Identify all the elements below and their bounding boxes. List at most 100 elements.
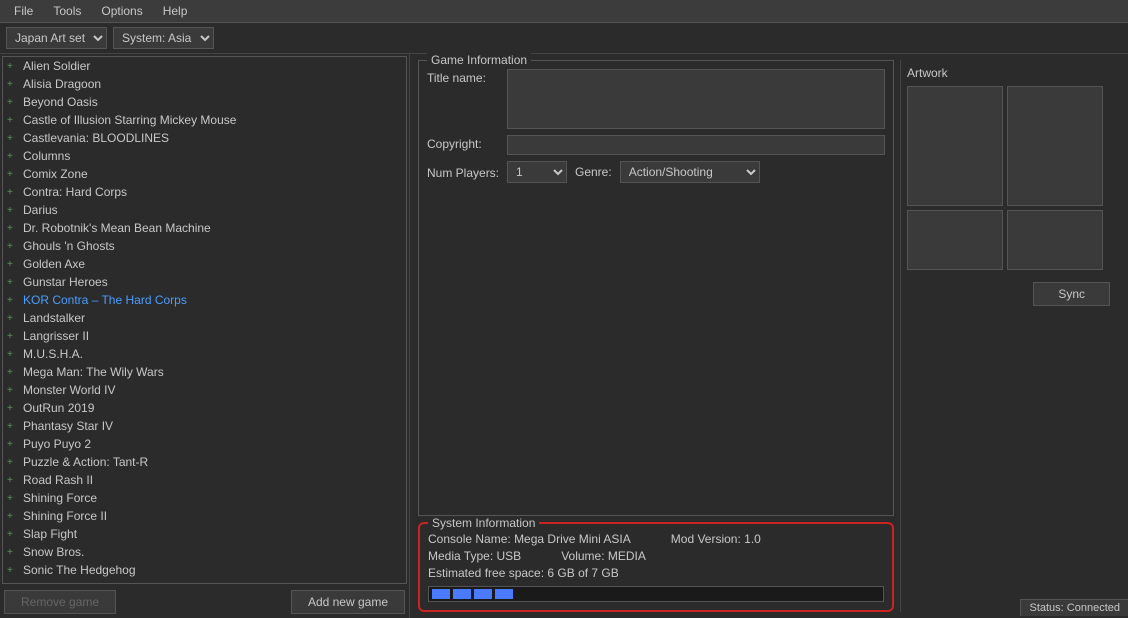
list-item[interactable]: +Beyond Oasis	[3, 93, 406, 111]
progress-segment	[432, 589, 450, 599]
list-item[interactable]: +Darius	[3, 201, 406, 219]
title-label: Title name:	[427, 69, 507, 85]
menu-tools[interactable]: Tools	[43, 2, 91, 20]
game-item-label: Monster World IV	[23, 383, 115, 397]
game-item-icon: +	[7, 241, 19, 252]
list-item[interactable]: +Alien Soldier	[3, 57, 406, 75]
list-item[interactable]: + Monster World IV	[3, 381, 406, 399]
list-item[interactable]: +Gunstar Heroes	[3, 273, 406, 291]
genre-select[interactable]: Action/Shooting	[620, 161, 760, 183]
game-item-icon: +	[7, 403, 19, 414]
menu-help[interactable]: Help	[153, 2, 198, 20]
list-item[interactable]: +M.U.S.H.A.	[3, 345, 406, 363]
game-info-and-sys: Game Information Title name: Copyright: …	[418, 60, 894, 612]
copyright-input[interactable]	[507, 135, 885, 155]
list-item[interactable]: + Castlevania: BLOODLINES	[3, 129, 406, 147]
title-row: Title name:	[427, 69, 885, 129]
list-item[interactable]: +Dr. Robotnik's Mean Bean Machine	[3, 219, 406, 237]
game-item-icon: +	[7, 97, 19, 108]
menubar: File Tools Options Help	[0, 0, 1128, 23]
list-item[interactable]: +Slap Fight	[3, 525, 406, 543]
game-item-label: Alisia Dragoon	[23, 77, 101, 91]
sys-row-2: Media Type: USB Volume: MEDIA	[428, 549, 884, 563]
game-item-label: Shining Force II	[23, 509, 107, 523]
game-item-icon: +	[7, 529, 19, 540]
artwork-box-3	[907, 210, 1003, 270]
main-layout: +Alien Soldier+Alisia Dragoon+Beyond Oas…	[0, 54, 1128, 618]
game-item-icon: +	[7, 151, 19, 162]
list-item[interactable]: + Phantasy Star IV	[3, 417, 406, 435]
menu-file[interactable]: File	[4, 2, 43, 20]
list-item[interactable]: +Shining Force II	[3, 507, 406, 525]
status-bar: Status: Connected	[1020, 599, 1128, 616]
artwork-title: Artwork	[907, 66, 1114, 80]
game-item-icon: +	[7, 169, 19, 180]
game-item-icon: +	[7, 565, 19, 576]
list-item[interactable]: + Snow Bros.	[3, 543, 406, 561]
list-item[interactable]: + Ghouls 'n Ghosts	[3, 237, 406, 255]
list-item[interactable]: + Landstalker	[3, 309, 406, 327]
toolbar: Japan Art set System: Asia	[0, 23, 1128, 54]
game-list-scroll[interactable]: +Alien Soldier+Alisia Dragoon+Beyond Oas…	[2, 56, 407, 584]
console-name-text: Console Name: Mega Drive Mini ASIA	[428, 532, 631, 546]
game-item-icon: +	[7, 79, 19, 90]
list-item[interactable]: +KOR Contra – The Hard Corps	[3, 291, 406, 309]
free-space-text: Estimated free space: 6 GB of 7 GB	[428, 566, 619, 580]
game-item-icon: +	[7, 277, 19, 288]
game-item-label: Mega Man: The Wily Wars	[23, 365, 164, 379]
game-item-label: Alien Soldier	[23, 59, 90, 73]
list-item[interactable]: + Alisia Dragoon	[3, 75, 406, 93]
list-item[interactable]: +Langrisser II	[3, 327, 406, 345]
game-item-label: Sonic The Hedgehog	[23, 563, 136, 577]
copyright-label: Copyright:	[427, 135, 507, 151]
title-input[interactable]	[507, 69, 885, 129]
media-type-text: Media Type: USB	[428, 549, 521, 563]
game-item-label: Road Rash II	[23, 473, 93, 487]
game-item-label: M.U.S.H.A.	[23, 347, 83, 361]
right-panel: Game Information Title name: Copyright: …	[410, 54, 1128, 618]
game-item-icon: +	[7, 313, 19, 324]
list-item[interactable]: +Road Rash II	[3, 471, 406, 489]
menu-options[interactable]: Options	[91, 2, 152, 20]
list-item[interactable]: +Contra: Hard Corps	[3, 183, 406, 201]
list-item[interactable]: +Sonic The Hedgehog 2	[3, 579, 406, 584]
list-item[interactable]: +Columns	[3, 147, 406, 165]
game-item-icon: +	[7, 439, 19, 450]
numplayers-select[interactable]: 1	[507, 161, 567, 183]
game-item-icon: +	[7, 115, 19, 126]
sys-row-3: Estimated free space: 6 GB of 7 GB	[428, 566, 884, 580]
progress-segment	[495, 589, 513, 599]
list-item[interactable]: +Castle of Illusion Starring Mickey Mous…	[3, 111, 406, 129]
game-item-label: Ghouls 'n Ghosts	[23, 239, 115, 253]
game-item-icon: +	[7, 385, 19, 396]
game-item-icon: +	[7, 583, 19, 585]
game-item-label: Phantasy Star IV	[23, 419, 113, 433]
list-item[interactable]: + Sonic The Hedgehog	[3, 561, 406, 579]
list-item[interactable]: +Puzzle & Action: Tant-R	[3, 453, 406, 471]
remove-game-button[interactable]: Remove game	[4, 590, 116, 614]
game-item-label: Castlevania: BLOODLINES	[23, 131, 169, 145]
system-info-title: System Information	[428, 516, 539, 530]
list-item[interactable]: +Mega Man: The Wily Wars	[3, 363, 406, 381]
game-item-icon: +	[7, 547, 19, 558]
game-item-label: Snow Bros.	[23, 545, 84, 559]
game-item-label: KOR Contra – The Hard Corps	[23, 293, 187, 307]
list-item[interactable]: + Puyo Puyo 2	[3, 435, 406, 453]
list-item[interactable]: +Shining Force	[3, 489, 406, 507]
list-item[interactable]: +Comix Zone	[3, 165, 406, 183]
list-item[interactable]: + OutRun 2019	[3, 399, 406, 417]
game-item-icon: +	[7, 133, 19, 144]
right-content: Game Information Title name: Copyright: …	[418, 60, 1120, 612]
art-set-dropdown[interactable]: Japan Art set	[6, 27, 107, 49]
game-item-label: Puyo Puyo 2	[23, 437, 91, 451]
add-game-button[interactable]: Add new game	[291, 590, 405, 614]
artwork-box-2	[1007, 86, 1103, 206]
system-dropdown[interactable]: System: Asia	[113, 27, 214, 49]
game-item-icon: +	[7, 421, 19, 432]
list-item[interactable]: +Golden Axe	[3, 255, 406, 273]
progress-segment	[474, 589, 492, 599]
artwork-box-4	[1007, 210, 1103, 270]
sync-button[interactable]: Sync	[1033, 282, 1110, 306]
game-item-label: OutRun 2019	[23, 401, 94, 415]
game-item-label: Landstalker	[23, 311, 85, 325]
